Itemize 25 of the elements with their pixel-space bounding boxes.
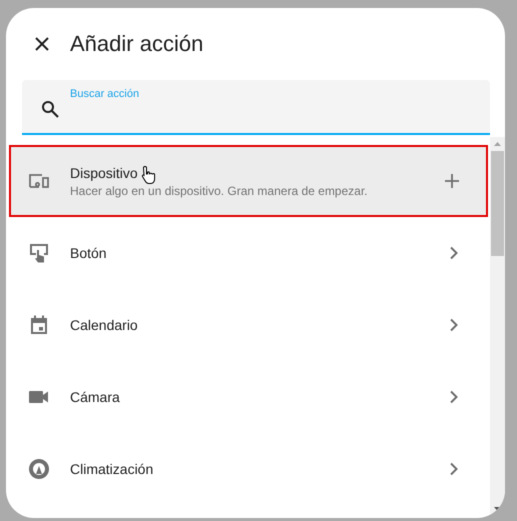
touch-screen-icon bbox=[27, 241, 51, 265]
search-icon bbox=[41, 100, 59, 118]
close-button[interactable] bbox=[34, 36, 50, 52]
chevron-right-icon bbox=[449, 462, 459, 476]
chevron-right-icon bbox=[449, 318, 459, 332]
add-icon[interactable] bbox=[444, 173, 460, 189]
item-label: Dispositivo bbox=[70, 164, 138, 180]
list-item[interactable]: Dispositivo Hacer algo en un dispositivo. Gran manera de empezar. bbox=[9, 145, 488, 217]
list-item[interactable]: Cámara bbox=[6, 361, 490, 433]
hand-cursor-icon bbox=[141, 165, 157, 185]
item-label: Calendario bbox=[70, 317, 138, 333]
list-item[interactable]: Climatización bbox=[6, 433, 490, 505]
list-item[interactable]: Calendario bbox=[6, 289, 490, 361]
chevron-right-icon bbox=[449, 390, 459, 404]
scrollbar[interactable] bbox=[490, 137, 505, 517]
search-field[interactable]: Buscar acción bbox=[22, 80, 490, 135]
item-label: Climatización bbox=[70, 461, 154, 477]
item-label: Botón bbox=[70, 245, 107, 261]
item-label: Cámara bbox=[70, 389, 120, 405]
chevron-right-icon bbox=[449, 246, 459, 260]
thermostat-icon bbox=[27, 457, 51, 481]
close-icon bbox=[34, 36, 50, 52]
dialog-title: Añadir acción bbox=[70, 31, 204, 57]
item-description: Hacer algo en un dispositivo. Gran manera de empezar. bbox=[70, 184, 368, 198]
list-item[interactable]: Botón bbox=[6, 217, 490, 289]
